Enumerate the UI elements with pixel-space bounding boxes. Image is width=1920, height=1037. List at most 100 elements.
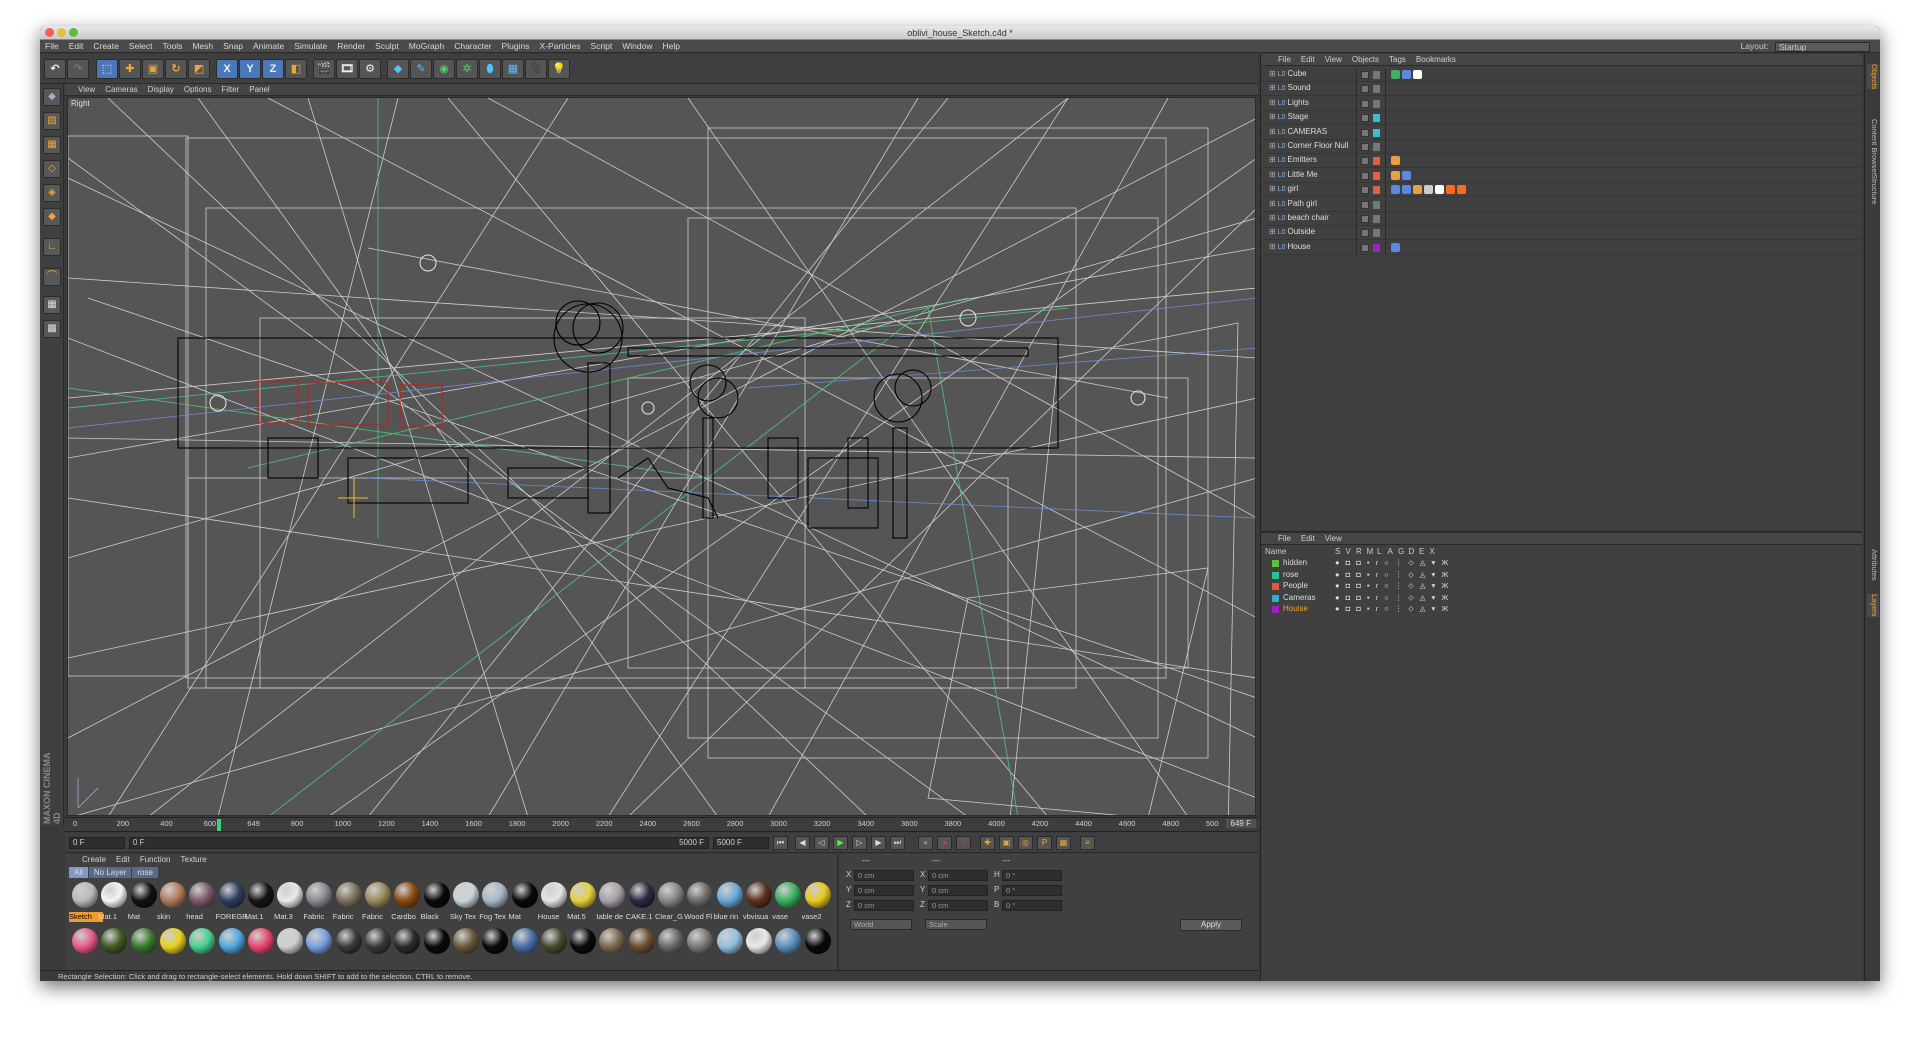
object-tag-icon[interactable] <box>1446 185 1455 195</box>
layer-column-header[interactable]: R <box>1356 547 1362 556</box>
position-field[interactable]: 0 cm <box>854 900 914 911</box>
axis-mode-icon[interactable]: ∟ <box>43 238 61 256</box>
object-row[interactable]: ⊞ L0 Little Me <box>1263 168 1861 183</box>
polygons-mode-icon[interactable]: ◆ <box>43 208 61 226</box>
position-field[interactable]: 0 cm <box>854 870 914 881</box>
edges-mode-icon[interactable]: ◈ <box>43 184 61 202</box>
camera-icon[interactable]: 🎥 <box>525 59 547 79</box>
layer-checkbox-icon[interactable] <box>1361 186 1369 195</box>
go-to-start-icon[interactable]: ⏮ <box>773 836 788 850</box>
menu-mesh[interactable]: Mesh <box>187 40 218 53</box>
side-tab-objects[interactable]: Objects <box>1867 64 1879 90</box>
render-settings-icon[interactable]: ⚙ <box>359 59 381 79</box>
timeline-menu-icon[interactable]: ≡ <box>1080 836 1095 850</box>
material-menu-texture[interactable]: Texture <box>176 854 212 866</box>
expand-icon[interactable]: ⊞ <box>1269 98 1276 107</box>
object-tag-icon[interactable] <box>1391 185 1400 195</box>
menu-plugins[interactable]: Plugins <box>497 40 535 53</box>
material-tab-rose[interactable]: rose <box>132 867 158 878</box>
layer-menu-edit[interactable]: Edit <box>1296 533 1320 545</box>
layer-flags-icon[interactable]: ● ◘ ◘ ▪ ɾ ○ ⋮ ⬦ ◬ ▾ Ж <box>1335 570 1450 580</box>
cube-icon[interactable]: ◆ <box>387 59 409 79</box>
start-frame-field[interactable]: 0 F <box>69 837 125 849</box>
timeline-playhead[interactable] <box>217 819 221 831</box>
object-tag-icon[interactable] <box>1413 70 1422 79</box>
expand-icon[interactable]: ⊞ <box>1269 69 1276 78</box>
menu-character[interactable]: Character <box>449 40 496 53</box>
object-tag-icon[interactable] <box>1391 170 1400 180</box>
object-row[interactable]: ⊞ L0 Outside <box>1263 226 1861 241</box>
select-icon[interactable]: ⬚ <box>96 59 118 79</box>
layer-column-header[interactable]: S <box>1335 547 1340 556</box>
rotation-field[interactable]: 0 ° <box>1002 885 1062 896</box>
size-field[interactable]: 0 cm <box>928 885 988 896</box>
go-to-end-icon[interactable]: ⏭ <box>890 836 905 850</box>
layer-checkbox-icon[interactable] <box>1361 229 1369 238</box>
subdivision-icon[interactable]: ◉ <box>433 59 455 79</box>
apply-button[interactable]: Apply <box>1180 919 1242 931</box>
undo-icon[interactable]: ↶ <box>44 59 66 79</box>
object-row[interactable]: ⊞ L0 Stage <box>1263 111 1861 126</box>
side-tab-attributes[interactable]: Attributes <box>1867 549 1879 581</box>
y-axis-button[interactable]: Y <box>239 59 261 79</box>
expand-icon[interactable]: ⊞ <box>1269 213 1276 222</box>
object-tag-icon[interactable] <box>1413 185 1422 195</box>
layer-checkbox-icon[interactable] <box>1361 85 1369 94</box>
expand-icon[interactable]: ⊞ <box>1269 184 1276 193</box>
expand-icon[interactable]: ⊞ <box>1269 227 1276 236</box>
layer-column-header[interactable]: X <box>1430 547 1435 556</box>
layer-checkbox-icon[interactable] <box>1361 215 1369 223</box>
render-view-icon[interactable]: 🎬 <box>313 59 335 79</box>
workplane-icon[interactable]: ▦ <box>43 136 61 154</box>
autokey-icon[interactable]: ● <box>937 836 952 850</box>
menu-snap[interactable]: Snap <box>218 40 248 53</box>
key-rotation-icon[interactable]: ◎ <box>1018 836 1033 850</box>
object-menu-objects[interactable]: Objects <box>1347 54 1384 66</box>
layer-checkbox-icon[interactable] <box>1361 71 1369 79</box>
rotation-field[interactable]: 0 ° <box>1002 870 1062 881</box>
layer-row[interactable]: Cameras ● ◘ ◘ ▪ ɾ ○ ⋮ ⬦ ◬ ▾ Ж <box>1263 593 1861 604</box>
object-row[interactable]: ⊞ L0 beach chair <box>1263 212 1861 226</box>
object-tag-icon[interactable] <box>1391 70 1400 79</box>
array-icon[interactable]: ✲ <box>456 59 478 79</box>
prev-frame-icon[interactable]: ◁ <box>814 836 829 850</box>
menu-help[interactable]: Help <box>658 40 685 53</box>
layer-flags-icon[interactable]: ● ◘ ◘ ▪ ɾ ○ ⋮ ⬦ ◬ ▾ Ж <box>1335 604 1450 614</box>
object-row[interactable]: ⊞ L0 Sound <box>1263 82 1861 97</box>
menu-render[interactable]: Render <box>332 40 370 53</box>
material-swatch[interactable] <box>802 926 836 956</box>
object-menu-bookmarks[interactable]: Bookmarks <box>1411 54 1461 66</box>
snap-icon[interactable]: ⌒ <box>43 268 61 286</box>
layer-checkbox-icon[interactable] <box>1361 157 1369 166</box>
object-row[interactable]: ⊞ L0 Lights <box>1263 96 1861 111</box>
move-icon[interactable]: ✚ <box>119 59 141 79</box>
coord-mode-dropdown[interactable]: Scale <box>925 919 987 930</box>
prev-key-icon[interactable]: ◀ <box>795 836 810 850</box>
material-tab-all[interactable]: All <box>69 867 88 878</box>
expand-icon[interactable]: ⊞ <box>1269 141 1276 150</box>
viewport-right[interactable]: Right <box>67 97 1256 816</box>
menu-xparticles[interactable]: X-Particles <box>534 40 585 53</box>
last-tool-icon[interactable]: ◩ <box>188 59 210 79</box>
layer-checkbox-icon[interactable] <box>1361 243 1369 252</box>
viewport-menu-display[interactable]: Display <box>143 84 179 96</box>
layer-column-header[interactable]: V <box>1346 547 1351 556</box>
floor-icon[interactable]: ▦ <box>502 59 524 79</box>
key-pla-icon[interactable]: ▦ <box>1056 836 1071 850</box>
viewport-menu-cameras[interactable]: Cameras <box>100 84 142 96</box>
zoom-window-button[interactable] <box>69 28 78 37</box>
layer-checkbox-icon[interactable] <box>1361 200 1369 209</box>
expand-icon[interactable]: ⊞ <box>1269 170 1276 179</box>
record-keys-icon[interactable]: ● <box>918 836 933 850</box>
layer-row[interactable]: rose ● ◘ ◘ ▪ ɾ ○ ⋮ ⬦ ◬ ▾ Ж <box>1263 570 1861 581</box>
object-row[interactable]: ⊞ L0 Path girl <box>1263 197 1861 212</box>
layer-checkbox-icon[interactable] <box>1361 114 1369 123</box>
expand-icon[interactable]: ⊞ <box>1269 242 1276 251</box>
redo-icon[interactable]: ↷ <box>67 59 89 79</box>
expand-icon[interactable]: ⊞ <box>1269 112 1276 121</box>
menu-script[interactable]: Script <box>586 40 618 53</box>
keyframe-selection-icon[interactable]: ? <box>956 836 971 850</box>
render-picture-viewer-icon[interactable]: 🎞 <box>336 59 358 79</box>
object-tag-icon[interactable] <box>1457 185 1466 195</box>
object-row[interactable]: ⊞ L0 Corner Floor Null <box>1263 140 1861 154</box>
